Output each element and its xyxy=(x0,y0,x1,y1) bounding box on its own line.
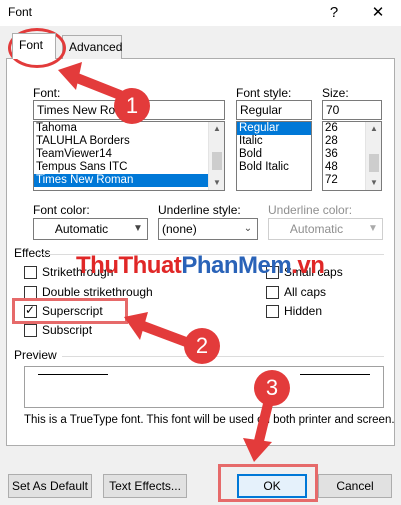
underline-color-select[interactable]: Automatic ▼ xyxy=(268,218,383,240)
preview-note: This is a TrueType font. This font will … xyxy=(24,414,395,426)
all-caps-checkbox[interactable] xyxy=(266,286,279,299)
list-item[interactable]: Bold Italic xyxy=(237,161,311,174)
effects-label: Effects xyxy=(14,246,51,260)
scroll-down-icon[interactable]: ▼ xyxy=(209,176,224,190)
underline-style-value: (none) xyxy=(162,222,197,236)
step-badge-3: 3 xyxy=(254,370,290,406)
list-item[interactable]: Tempus Sans ITC xyxy=(34,161,224,174)
set-as-default-button[interactable]: Set As Default xyxy=(8,474,92,498)
underline-style-label: Underline style: xyxy=(158,203,241,217)
chevron-down-icon[interactable]: ⌄ xyxy=(239,219,257,239)
window-title: Font xyxy=(8,5,33,19)
text-effects-button[interactable]: Text Effects... xyxy=(103,474,187,498)
highlight-ok-button xyxy=(218,464,318,502)
chevron-down-icon[interactable]: ▼ xyxy=(364,219,382,239)
underline-color-value: Automatic xyxy=(289,222,344,236)
chevron-down-icon[interactable]: ▼ xyxy=(129,219,147,239)
list-item[interactable]: TALUHLA Borders xyxy=(34,135,224,148)
font-style-list[interactable]: Regular Italic Bold Bold Italic xyxy=(236,121,312,191)
double-strikethrough-label: Double strikethrough xyxy=(42,285,153,299)
scroll-thumb[interactable] xyxy=(212,152,222,170)
list-item-selected[interactable]: Times New Roman xyxy=(34,174,224,187)
preview-line-right xyxy=(300,374,370,375)
watermark-part1: ThuThuat xyxy=(76,252,182,279)
subscript-checkbox[interactable] xyxy=(24,324,37,337)
font-color-label: Font color: xyxy=(33,203,90,217)
watermark-part2: PhanMem xyxy=(181,252,292,279)
preview-divider xyxy=(62,356,384,357)
font-color-select[interactable]: Automatic ▼ xyxy=(33,218,148,240)
close-button[interactable]: ✕ xyxy=(366,2,390,24)
size-list[interactable]: 26 28 36 48 72 ▲ ▼ xyxy=(322,121,382,191)
hidden-label: Hidden xyxy=(284,304,323,318)
font-list-scrollbar[interactable]: ▲ ▼ xyxy=(208,122,224,190)
watermark: ThuThuatPhanMem.vn xyxy=(76,252,325,280)
list-item[interactable]: TeamViewer14 xyxy=(34,148,224,161)
scroll-up-icon[interactable]: ▲ xyxy=(209,122,224,136)
help-button[interactable]: ? xyxy=(322,2,346,24)
scroll-down-icon[interactable]: ▼ xyxy=(366,176,381,190)
tab-font[interactable]: Font xyxy=(12,33,56,59)
step-badge-1: 1 xyxy=(114,88,150,124)
subscript-label: Subscript xyxy=(42,323,93,337)
all-caps-label: All caps xyxy=(284,285,327,299)
scroll-thumb[interactable] xyxy=(369,154,379,172)
preview-label: Preview xyxy=(14,348,57,362)
underline-color-label: Underline color: xyxy=(268,203,353,217)
list-item[interactable]: Italic xyxy=(237,135,311,148)
preview-line-left xyxy=(38,374,108,375)
font-label: Font: xyxy=(33,86,61,100)
cancel-button[interactable]: Cancel xyxy=(318,474,392,498)
font-color-value: Automatic xyxy=(54,222,109,236)
size-label: Size: xyxy=(322,86,349,100)
hidden-checkbox[interactable] xyxy=(266,305,279,318)
step-badge-2: 2 xyxy=(184,328,220,364)
size-input[interactable]: 70 xyxy=(322,100,382,120)
preview-box xyxy=(24,366,384,408)
tab-advanced[interactable]: Advanced xyxy=(62,35,122,59)
underline-style-select[interactable]: (none) ⌄ xyxy=(158,218,258,240)
font-list[interactable]: Tahoma TALUHLA Borders TeamViewer14 Temp… xyxy=(33,121,225,191)
scroll-up-icon[interactable]: ▲ xyxy=(366,122,381,136)
watermark-part3: .vn xyxy=(291,252,325,279)
list-item[interactable]: Tahoma xyxy=(34,122,224,135)
list-item-selected[interactable]: Regular xyxy=(237,122,311,135)
size-list-scrollbar[interactable]: ▲ ▼ xyxy=(365,122,381,190)
font-style-label: Font style: xyxy=(236,86,292,100)
font-style-input[interactable]: Regular xyxy=(236,100,312,120)
strikethrough-checkbox[interactable] xyxy=(24,266,37,279)
highlight-superscript xyxy=(12,298,128,324)
list-item[interactable]: Bold xyxy=(237,148,311,161)
